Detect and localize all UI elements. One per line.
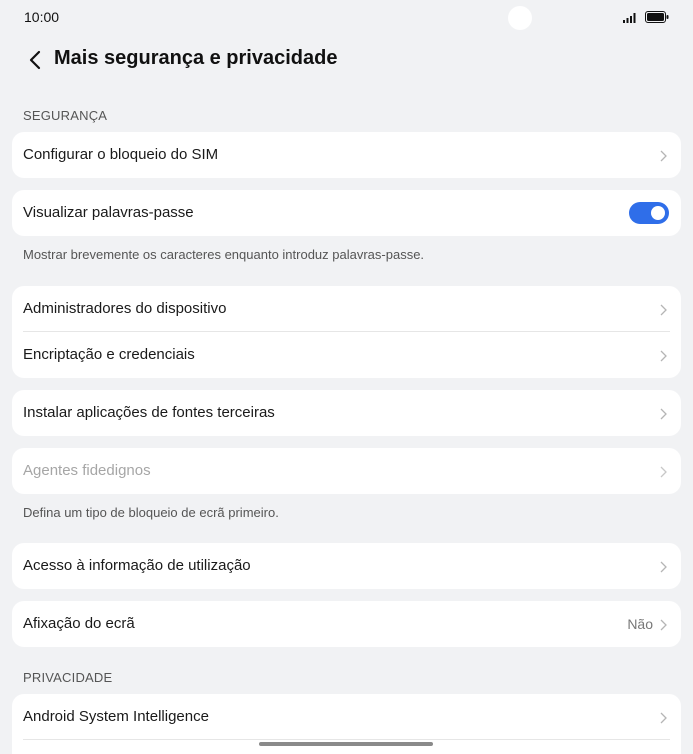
sim-lock-item[interactable]: Configurar o bloqueio do SIM — [12, 132, 681, 178]
show-passwords-item[interactable]: Visualizar palavras-passe — [12, 190, 681, 236]
chevron-right-icon — [659, 303, 667, 316]
chevron-right-icon — [659, 149, 667, 162]
trust-agents-note: Defina um tipo de bloqueio de ecrã prime… — [23, 505, 279, 520]
section-label-privacy: PRIVACIDADE — [23, 670, 113, 685]
status-icons — [623, 10, 669, 28]
section-label-security: SEGURANÇA — [23, 108, 108, 123]
chevron-right-icon — [659, 407, 667, 420]
card-admin-encryption: Administradores do dispositivo Encriptaç… — [12, 286, 681, 378]
usage-access-label: Acesso à informação de utilização — [23, 557, 251, 574]
card-trust-agents: Agentes fidedignos — [12, 448, 681, 494]
chevron-right-icon — [659, 711, 667, 724]
install-third-party-item[interactable]: Instalar aplicações de fontes terceiras — [12, 390, 681, 436]
screen-pinning-value: Não — [627, 616, 653, 632]
usage-access-item[interactable]: Acesso à informação de utilização — [12, 543, 681, 589]
screen-pinning-item[interactable]: Afixação do ecrã Não — [12, 601, 681, 647]
card-sim-lock: Configurar o bloqueio do SIM — [12, 132, 681, 178]
show-passwords-label: Visualizar palavras-passe — [23, 204, 194, 221]
camera-cutout — [508, 6, 532, 30]
chevron-right-icon — [659, 349, 667, 362]
status-bar: 10:00 — [0, 0, 693, 36]
toggle-knob — [651, 206, 665, 220]
card-usage-access: Acesso à informação de utilização — [12, 543, 681, 589]
card-show-passwords: Visualizar palavras-passe — [12, 190, 681, 236]
asi-item[interactable]: Android System Intelligence — [12, 694, 681, 740]
card-screen-pinning: Afixação do ecrã Não — [12, 601, 681, 647]
device-admins-label: Administradores do dispositivo — [23, 300, 227, 317]
trust-agents-label: Agentes fidedignos — [23, 462, 151, 479]
divider — [23, 739, 670, 740]
show-passwords-note: Mostrar brevemente os caracteres enquant… — [23, 247, 425, 262]
trust-agents-item[interactable]: Agentes fidedignos — [12, 448, 681, 494]
device-admins-item[interactable]: Administradores do dispositivo — [12, 286, 681, 332]
header: Mais segurança e privacidade — [0, 40, 693, 80]
chevron-right-icon — [659, 465, 667, 478]
back-arrow-icon[interactable] — [24, 48, 48, 72]
encryption-item[interactable]: Encriptação e credenciais — [12, 332, 681, 378]
signal-icon — [623, 10, 639, 28]
page-title: Mais segurança e privacidade — [54, 47, 338, 69]
screen-pinning-label: Afixação do ecrã — [23, 615, 135, 632]
card-install-third-party: Instalar aplicações de fontes terceiras — [12, 390, 681, 436]
battery-icon — [645, 10, 669, 28]
encryption-label: Encriptação e credenciais — [23, 346, 195, 363]
install-third-party-label: Instalar aplicações de fontes terceiras — [23, 404, 275, 421]
chevron-right-icon — [659, 618, 667, 631]
asi-label: Android System Intelligence — [23, 708, 209, 725]
show-passwords-toggle[interactable] — [629, 202, 669, 224]
sim-lock-label: Configurar o bloqueio do SIM — [23, 146, 219, 163]
status-time: 10:00 — [24, 9, 60, 25]
home-indicator[interactable] — [259, 742, 433, 746]
chevron-right-icon — [659, 560, 667, 573]
